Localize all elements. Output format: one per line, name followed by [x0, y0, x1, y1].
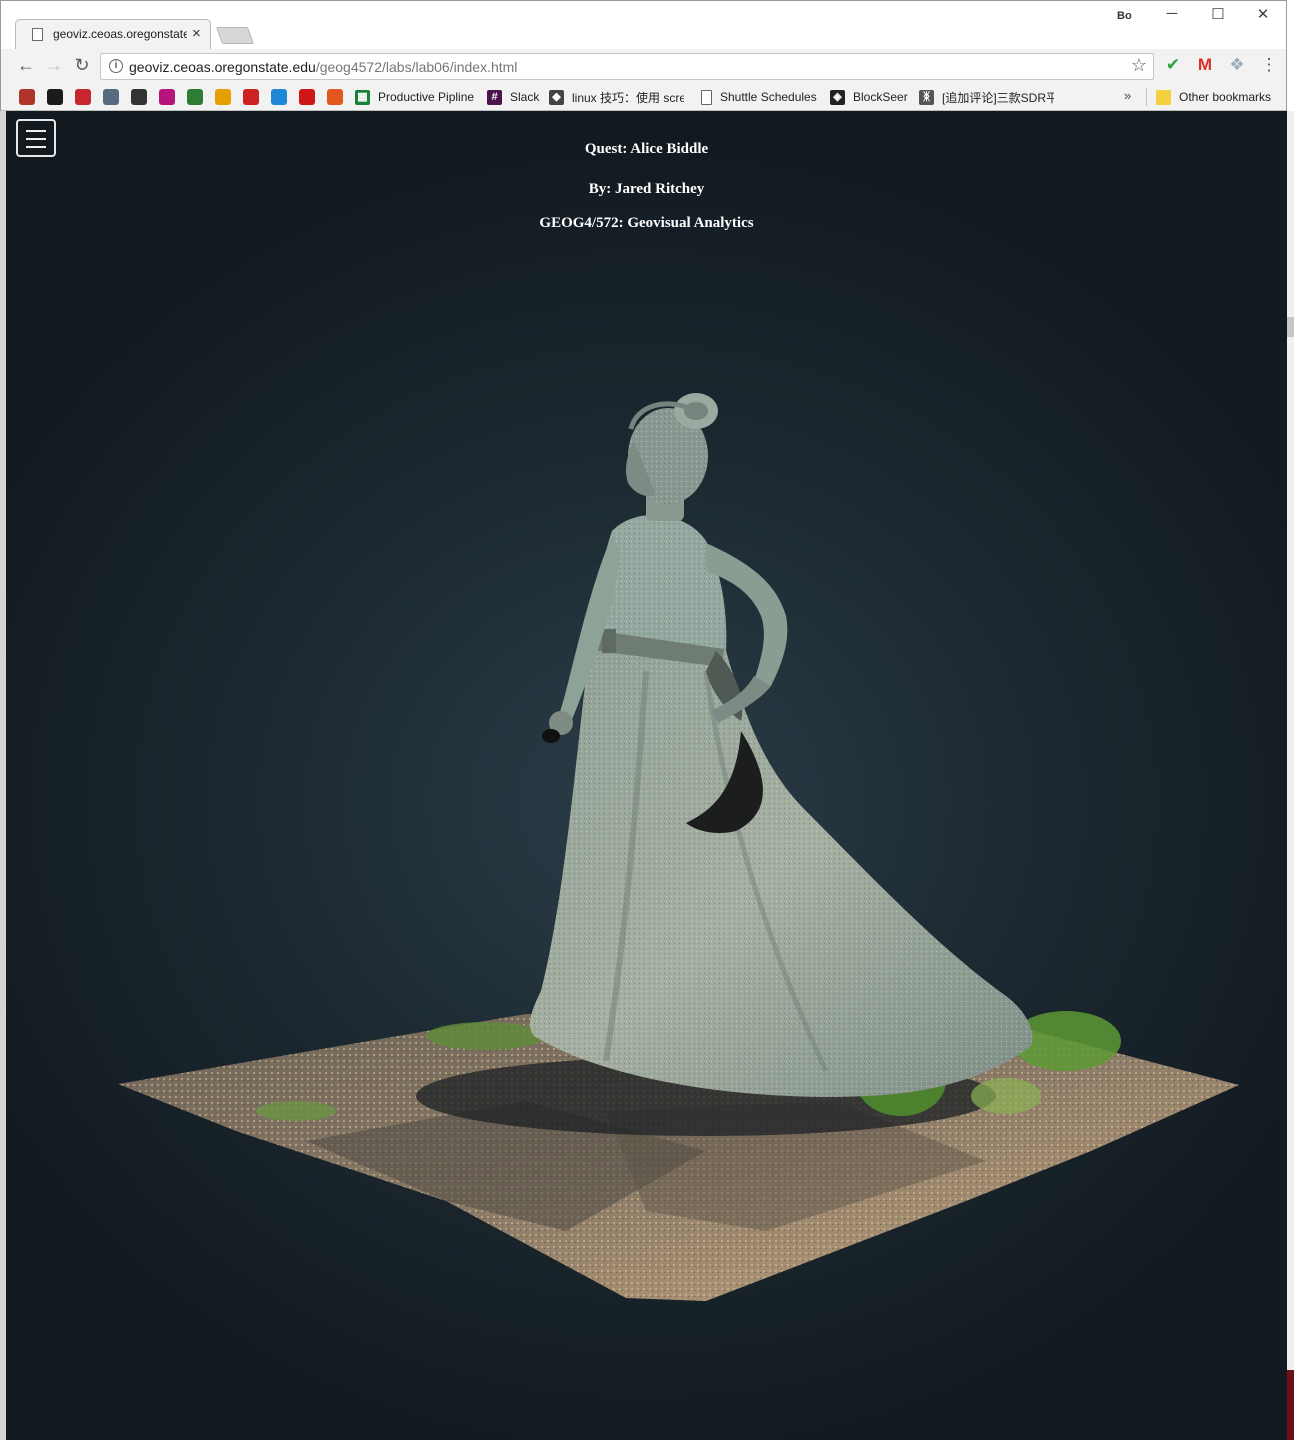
bookmark-app-icon[interactable]	[19, 89, 35, 105]
checkmark-extension-icon[interactable]: ✔	[1162, 55, 1184, 75]
page-favicon-icon	[32, 28, 43, 41]
bookmark-app-icon[interactable]	[47, 89, 63, 105]
bookmark-item[interactable]: ▦ Productive Pipline	[355, 88, 474, 106]
page-title: Quest: Alice Biddle	[584, 141, 709, 157]
bookmark-app-icon[interactable]	[299, 89, 315, 105]
bookmark-item[interactable]: ᛤ [追加评论]三款SDR平	[919, 88, 1054, 106]
bookmark-star-icon[interactable]: ☆	[1131, 55, 1147, 76]
bookmark-item[interactable]: # Slack	[487, 88, 539, 106]
bookmarks-separator	[1146, 88, 1147, 106]
menu-line	[26, 138, 46, 140]
bookmark-label: Slack	[510, 90, 540, 104]
more-bookmarks-chevron-icon[interactable]: »	[1124, 88, 1131, 103]
bookmark-app-icon[interactable]	[187, 89, 203, 105]
background-window-edge	[1287, 1370, 1294, 1440]
page-scrollbar[interactable]	[1287, 111, 1294, 1440]
bookmark-app-icon[interactable]	[103, 89, 119, 105]
bookmark-app-icon[interactable]	[243, 89, 259, 105]
back-button[interactable]: ←	[15, 55, 37, 75]
minimize-button[interactable]: ─	[1161, 5, 1183, 22]
browser-menu-icon[interactable]: ⋮	[1258, 55, 1280, 75]
window-close-button[interactable]: ✕	[1252, 5, 1274, 23]
author-byline: By: Jared Ritchey	[588, 181, 705, 197]
bookmarks-bar: » Other bookmarks ▦ Productive Pipline # Sl…	[1, 83, 1286, 111]
browser-window: geoviz.ceoas.oregonstate.edu × Bo ─ ☐ ✕ …	[0, 0, 1287, 111]
tab-title: geoviz.ceoas.oregonstate.edu	[53, 27, 187, 41]
tab-close-icon[interactable]: ×	[192, 25, 201, 42]
site-info-icon[interactable]: i	[109, 59, 123, 73]
bookmark-item[interactable]: ◈ BlockSeer	[830, 88, 908, 106]
bookmark-label: BlockSeer	[853, 90, 908, 104]
new-tab-button[interactable]	[215, 27, 255, 44]
address-bar[interactable]: i geoviz.ceoas.oregonstate.edu/geog4572/…	[100, 53, 1154, 80]
bookmark-label: Productive Pipline	[378, 90, 475, 104]
url-path: /geog4572/labs/lab06/index.html	[315, 59, 518, 75]
forward-button[interactable]: →	[43, 55, 65, 75]
profile-button[interactable]: Bo	[1117, 10, 1132, 22]
bookmark-icon: ◆	[549, 89, 564, 105]
bookmark-label: linux 技巧：使用 scre	[572, 90, 684, 105]
bookmark-icon	[701, 89, 712, 105]
bookmark-item[interactable]: Shuttle Schedules	[701, 88, 817, 106]
bookmark-label: [追加评论]三款SDR平	[942, 90, 1054, 105]
reload-button[interactable]: ↻	[71, 55, 93, 75]
alice-biddle-statue	[530, 393, 1033, 1097]
browser-toolbar: ← → ↻ i geoviz.ceoas.oregonstate.edu/geo…	[1, 49, 1286, 83]
bookmark-icon: #	[487, 89, 502, 105]
bookmark-item[interactable]: ◆ linux 技巧：使用 scre	[549, 88, 684, 106]
other-bookmarks-folder[interactable]: Other bookmarks	[1156, 88, 1271, 106]
browser-tab[interactable]: geoviz.ceoas.oregonstate.edu ×	[15, 19, 211, 49]
bookmark-icon: ᛤ	[919, 89, 934, 105]
3d-viewer-canvas[interactable]: Quest: Alice Biddle By: Jared Ritchey GE…	[6, 111, 1287, 1440]
url-host: geoviz.ceoas.oregonstate.edu	[129, 59, 316, 75]
dropbox-extension-icon[interactable]: ❖	[1226, 55, 1248, 75]
maximize-button[interactable]: ☐	[1207, 5, 1229, 23]
bookmark-app-icon[interactable]	[159, 89, 175, 105]
tab-strip: geoviz.ceoas.oregonstate.edu × Bo ─ ☐ ✕	[1, 1, 1286, 49]
scrollbar-thumb[interactable]	[1287, 317, 1294, 337]
menu-line	[26, 130, 46, 132]
other-bookmarks-label: Other bookmarks	[1179, 90, 1272, 104]
bookmark-app-icon[interactable]	[327, 89, 343, 105]
bookmark-app-icon[interactable]	[131, 89, 147, 105]
folder-icon	[1156, 89, 1171, 105]
bookmark-app-icon[interactable]	[215, 89, 231, 105]
bookmark-app-icon[interactable]	[271, 89, 287, 105]
bookmark-label: Shuttle Schedules	[720, 90, 817, 104]
bookmark-icon: ▦	[355, 89, 370, 105]
address-url: geoviz.ceoas.oregonstate.edu/geog4572/la…	[129, 59, 517, 75]
gmail-extension-icon[interactable]: M	[1194, 55, 1216, 75]
bookmark-app-icon[interactable]	[75, 89, 91, 105]
course-name: GEOG4/572: Geovisual Analytics	[539, 215, 754, 231]
bookmark-icon: ◈	[830, 89, 845, 105]
statue-point-cloud[interactable]	[6, 111, 1287, 1440]
